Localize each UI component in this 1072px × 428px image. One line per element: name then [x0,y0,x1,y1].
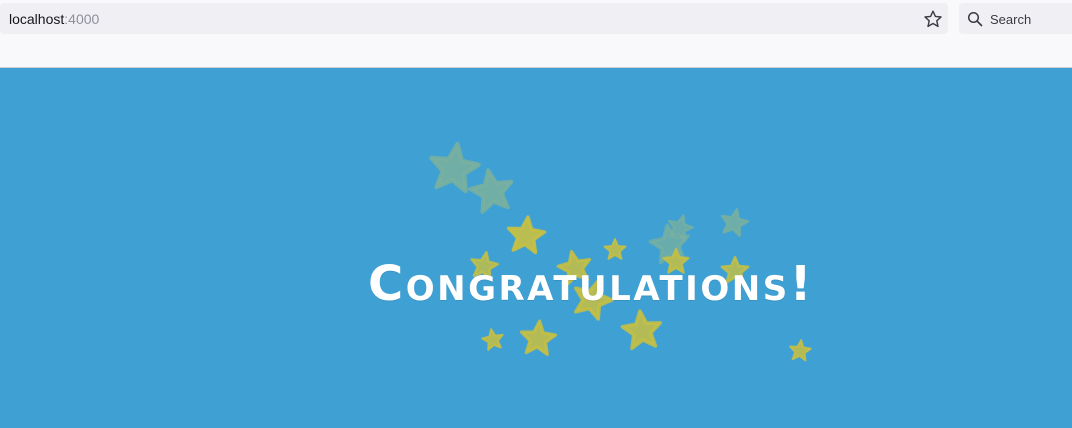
bookmark-star-icon[interactable] [922,9,944,29]
congratulations-heading: Congratulations! [368,256,815,312]
url-host: localhost [9,11,65,27]
star-shape [429,141,481,194]
star-shape [720,208,750,238]
star-shape [789,339,812,362]
address-bar[interactable]: localhost:4000 [0,3,948,34]
search-bar[interactable]: Search [959,3,1072,34]
search-placeholder: Search [990,12,1032,27]
search-icon [967,11,983,27]
star-shape [481,328,504,351]
address-bar-url[interactable]: localhost:4000 [9,11,99,27]
url-port: :4000 [64,11,100,27]
star-shape [506,215,547,255]
star-shape [519,319,558,357]
star-shape [468,168,514,214]
page-content: Congratulations! [0,68,1072,428]
browser-toolbar: localhost:4000 Search [0,0,1072,68]
star-confetti [429,141,812,362]
star-shape [620,309,663,351]
